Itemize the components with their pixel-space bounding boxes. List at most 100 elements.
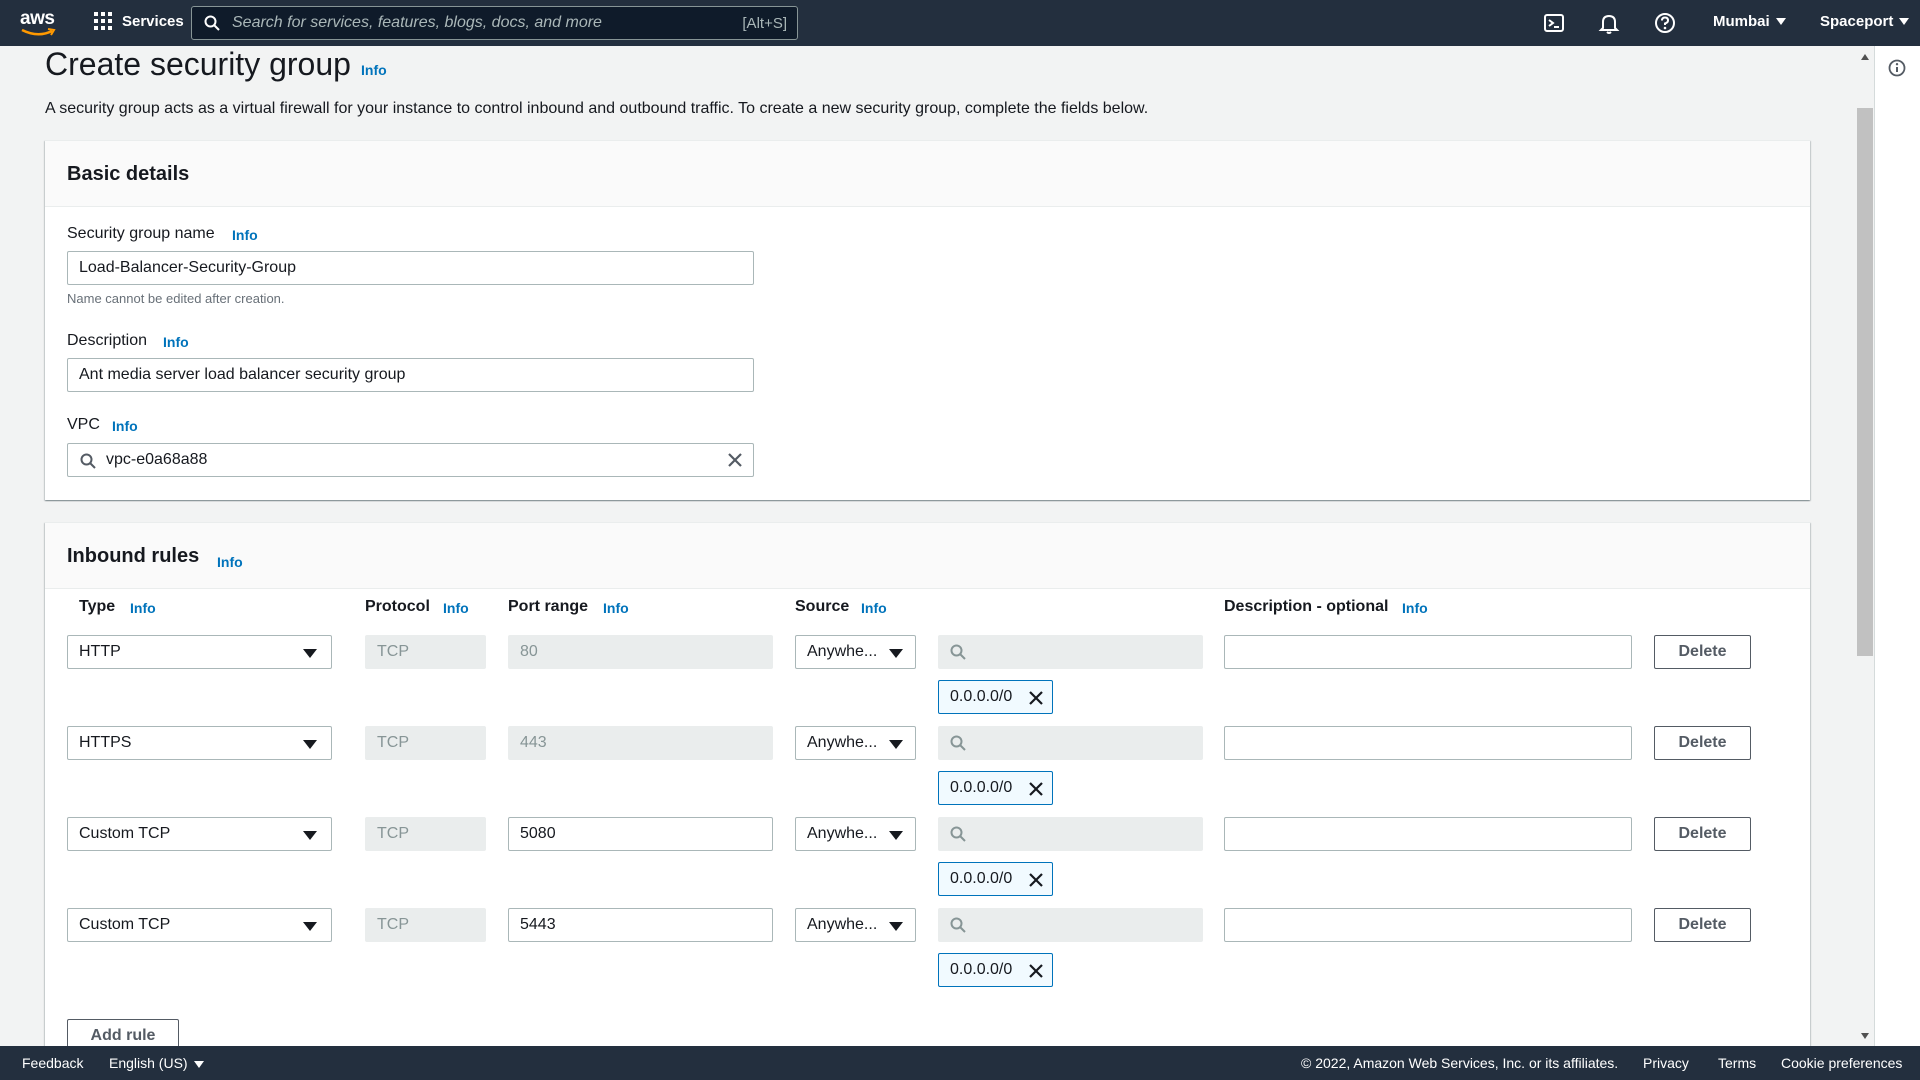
terms-link[interactable]: Terms: [1718, 1055, 1756, 1071]
inbound-rules-header: Inbound rules Info: [45, 523, 1810, 589]
rule-cidr-token: 0.0.0.0/0: [938, 953, 1053, 987]
rule-cidr-value: 0.0.0.0/0: [950, 688, 1013, 705]
caret-down-icon: [303, 649, 317, 658]
aws-logo[interactable]: aws: [20, 8, 56, 38]
rule-source-value: Anywhe...: [807, 734, 878, 751]
column-protocol-header: Protocol: [365, 598, 430, 615]
vpc-search-input[interactable]: vpc-e0a68a88: [67, 443, 754, 477]
inbound-rules-info-link[interactable]: Info: [217, 554, 243, 570]
column-source-info-link[interactable]: Info: [861, 600, 887, 616]
vpc-info-link[interactable]: Info: [112, 418, 138, 434]
help-icon[interactable]: [1654, 12, 1676, 34]
language-selector[interactable]: English (US): [109, 1055, 204, 1071]
basic-details-heading: Basic details: [67, 163, 190, 185]
column-source-header: Source: [795, 598, 850, 615]
caret-down-icon: [889, 649, 903, 658]
account-menu[interactable]: Spaceport: [1820, 13, 1910, 30]
rule-cidr-token: 0.0.0.0/0: [938, 680, 1053, 714]
search-shortcut-hint: [Alt+S]: [742, 15, 787, 32]
rule-source-select[interactable]: Anywhe...: [795, 817, 916, 851]
rule-source-value: Anywhe...: [807, 825, 878, 842]
global-search-input[interactable]: [232, 14, 712, 32]
remove-icon[interactable]: [1028, 690, 1044, 706]
description-input[interactable]: Ant media server load balancer security …: [67, 358, 754, 392]
feedback-link[interactable]: Feedback: [22, 1055, 83, 1071]
inbound-rules-heading: Inbound rules: [67, 545, 200, 567]
rule-port-range-input: 443: [508, 726, 773, 760]
services-menu-button[interactable]: Services: [94, 12, 184, 30]
rule-source-select[interactable]: Anywhe...: [795, 908, 916, 942]
security-group-name-input[interactable]: Load-Balancer-Security-Group: [67, 251, 754, 285]
rule-source-value: Anywhe...: [807, 643, 878, 660]
region-selector[interactable]: Mumbai: [1713, 13, 1786, 30]
rule-cidr-value: 0.0.0.0/0: [950, 961, 1013, 978]
rule-type-value: Custom TCP: [79, 916, 171, 933]
bell-icon[interactable]: [1598, 12, 1620, 34]
account-label: Spaceport: [1820, 13, 1894, 30]
scrollbar-thumb[interactable]: [1857, 108, 1873, 656]
delete-rule-button[interactable]: Delete: [1654, 908, 1751, 942]
vpc-label: VPC: [67, 416, 100, 433]
security-group-name-info-link[interactable]: Info: [232, 227, 258, 243]
scroll-up-icon[interactable]: [1861, 54, 1869, 60]
rule-cidr-token: 0.0.0.0/0: [938, 862, 1053, 896]
delete-rule-button[interactable]: Delete: [1654, 635, 1751, 669]
rule-protocol-field: TCP: [365, 726, 486, 760]
caret-down-icon: [889, 922, 903, 931]
rule-source-select[interactable]: Anywhe...: [795, 726, 916, 760]
rule-type-select[interactable]: HTTP: [67, 635, 332, 669]
rule-type-select[interactable]: Custom TCP: [67, 817, 332, 851]
rule-description-input[interactable]: [1224, 635, 1632, 669]
top-navigation: aws Services [Alt+S] Mumbai: [0, 0, 1920, 46]
privacy-link[interactable]: Privacy: [1643, 1055, 1689, 1071]
copyright-text: © 2022, Amazon Web Services, Inc. or its…: [1301, 1055, 1619, 1071]
cloudshell-icon[interactable]: [1543, 12, 1565, 34]
rule-cidr-search-input: [938, 908, 1203, 942]
rule-description-input[interactable]: [1224, 908, 1632, 942]
remove-icon[interactable]: [1028, 781, 1044, 797]
rule-type-select[interactable]: HTTPS: [67, 726, 332, 760]
region-label: Mumbai: [1713, 13, 1770, 30]
rule-port-range-input[interactable]: 5443: [508, 908, 773, 942]
rule-description-input[interactable]: [1224, 817, 1632, 851]
rule-source-select[interactable]: Anywhe...: [795, 635, 916, 669]
column-description-info-link[interactable]: Info: [1402, 600, 1428, 616]
caret-down-icon: [889, 740, 903, 749]
rule-cidr-value: 0.0.0.0/0: [950, 779, 1013, 796]
language-label: English (US): [109, 1055, 188, 1071]
rule-cidr-token: 0.0.0.0/0: [938, 771, 1053, 805]
column-protocol-info-link[interactable]: Info: [443, 600, 469, 616]
rule-description-input[interactable]: [1224, 726, 1632, 760]
rule-port-range-input[interactable]: 5080: [508, 817, 773, 851]
column-type-info-link[interactable]: Info: [130, 600, 156, 616]
remove-icon[interactable]: [1028, 872, 1044, 888]
rule-source-value: Anywhe...: [807, 916, 878, 933]
caret-down-icon: [193, 1060, 204, 1068]
column-port-range-info-link[interactable]: Info: [603, 600, 629, 616]
description-info-link[interactable]: Info: [163, 334, 189, 350]
column-port-range-header: Port range: [508, 598, 589, 615]
rule-protocol-field: TCP: [365, 908, 486, 942]
global-search-bar[interactable]: [Alt+S]: [191, 6, 798, 40]
basic-details-panel: Basic details Security group name Info L…: [45, 140, 1810, 500]
services-grid-icon: [94, 12, 112, 30]
cookie-preferences-link[interactable]: Cookie preferences: [1781, 1055, 1902, 1071]
vpc-value: vpc-e0a68a88: [106, 451, 208, 468]
delete-rule-button[interactable]: Delete: [1654, 817, 1751, 851]
title-info-link[interactable]: Info: [361, 62, 387, 78]
inbound-rules-panel: Inbound rules Info Type Info Protocol In…: [45, 522, 1810, 1062]
rule-type-select[interactable]: Custom TCP: [67, 908, 332, 942]
remove-icon[interactable]: [1028, 963, 1044, 979]
tools-panel: [1874, 46, 1920, 1046]
clear-icon[interactable]: [727, 452, 743, 468]
scroll-down-icon[interactable]: [1861, 1033, 1869, 1039]
caret-down-icon: [303, 831, 317, 840]
rule-cidr-search-input: [938, 635, 1203, 669]
column-type-header: Type: [79, 598, 116, 615]
delete-rule-button[interactable]: Delete: [1654, 726, 1751, 760]
rule-type-value: HTTPS: [79, 734, 132, 751]
rule-cidr-search-input: [938, 817, 1203, 851]
column-description-header: Description - optional: [1224, 598, 1389, 615]
basic-details-header: Basic details: [45, 141, 1810, 207]
info-panel-icon[interactable]: [1888, 59, 1906, 77]
